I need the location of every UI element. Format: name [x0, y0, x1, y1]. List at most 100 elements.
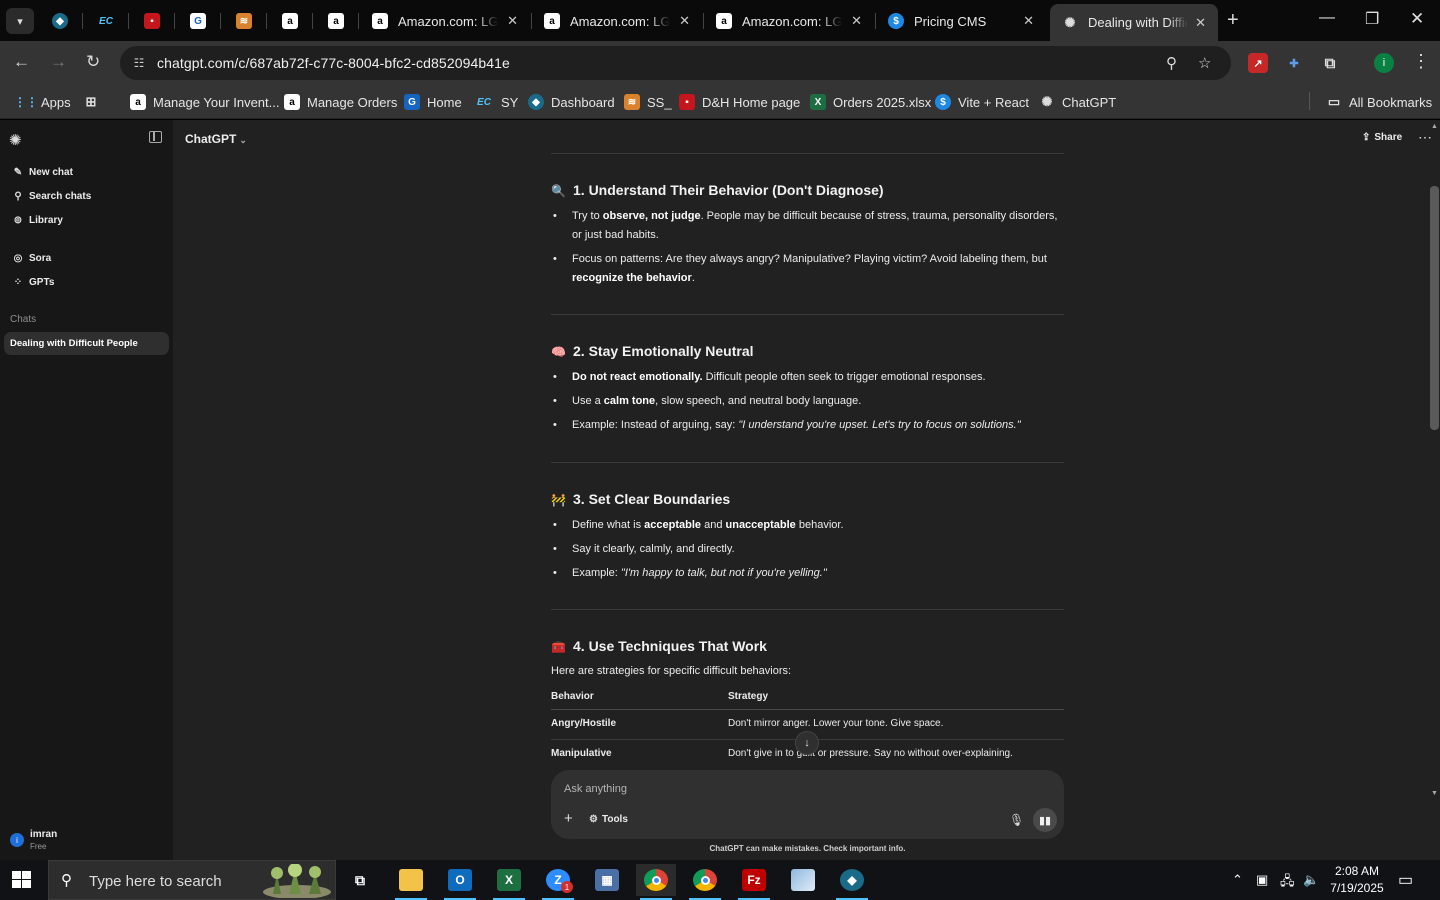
- bookmark-dh-home[interactable]: ▪ D&H Home page: [679, 92, 800, 112]
- openai-logo-icon[interactable]: ✺: [9, 131, 22, 149]
- share-button[interactable]: ⇪ Share: [1362, 132, 1402, 143]
- extensions-icon[interactable]: ⧉: [1320, 53, 1340, 73]
- pinned-tab-amazon-1[interactable]: a: [275, 8, 305, 34]
- section-heading-1: 🔍 1. Understand Their Behavior (Don't Dia…: [551, 182, 884, 198]
- address-bar[interactable]: ☷ chatgpt.com/c/687ab72f-c77c-8004-bfc2-…: [120, 46, 1231, 80]
- bookmark-home[interactable]: G Home: [404, 92, 462, 112]
- zoom-icon[interactable]: ⚲: [1166, 54, 1177, 72]
- bookmark-tab-groups[interactable]: ⊞: [83, 92, 106, 112]
- user-name[interactable]: imran: [30, 829, 57, 840]
- back-icon[interactable]: ←: [13, 52, 30, 72]
- bookmark-apps[interactable]: ⋮⋮ Apps: [14, 92, 71, 112]
- bookmark-manage-orders[interactable]: a Manage Orders: [284, 92, 397, 112]
- close-tab-icon[interactable]: ✕: [679, 13, 690, 29]
- notes-app-icon[interactable]: [783, 864, 823, 896]
- url-text[interactable]: chatgpt.com/c/687ab72f-c77c-8004-bfc2-cd…: [157, 55, 510, 71]
- windows-start-icon[interactable]: [12, 871, 32, 889]
- tab-dealing-with-difficult[interactable]: ✺ Dealing with Diffic ✕: [1050, 4, 1218, 41]
- bookmark-dashboard[interactable]: ◆ Dashboard: [528, 92, 615, 112]
- all-bookmarks[interactable]: ▭ All Bookmarks: [1326, 92, 1432, 112]
- pinned-tab-dashboard[interactable]: ◆: [45, 8, 75, 34]
- taskbar-search[interactable]: ⚲ Type here to search: [48, 860, 336, 900]
- filezilla-icon[interactable]: Fz: [734, 864, 774, 900]
- tray-overflow-icon[interactable]: ⌃: [1232, 872, 1243, 888]
- bookmark-manage-inventory[interactable]: a Manage Your Invent...: [130, 92, 279, 112]
- file-explorer-icon[interactable]: [391, 864, 431, 900]
- extension-puzzle-blue-icon[interactable]: ✚: [1284, 53, 1304, 73]
- restore-icon[interactable]: ❐: [1365, 9, 1379, 29]
- calculator-icon[interactable]: ▦: [587, 864, 627, 896]
- chrome-icon[interactable]: [685, 864, 725, 900]
- scroll-up-arrow-icon[interactable]: ▲: [1431, 123, 1438, 130]
- scroll-to-bottom-button[interactable]: ↓: [795, 731, 819, 755]
- close-tab-icon[interactable]: ✕: [1023, 13, 1034, 29]
- sidebar-chat-dealing-with-difficult-people[interactable]: Dealing with Difficult People: [4, 332, 169, 355]
- brain-emoji-icon: 🧠: [551, 345, 566, 359]
- bookmark-vite-react[interactable]: $ Vite + React: [935, 92, 1029, 112]
- text: and: [701, 519, 726, 531]
- browser-menu-icon[interactable]: ⋮: [1412, 51, 1430, 72]
- library-icon: ⊚: [13, 214, 23, 226]
- pinned-tab-ec[interactable]: EC: [91, 8, 121, 34]
- outlook-icon[interactable]: O: [440, 864, 480, 900]
- tools-button[interactable]: ⚙ Tools: [589, 814, 628, 825]
- page-scrollbar[interactable]: ▲ ▼: [1430, 120, 1440, 860]
- scrollbar-thumb[interactable]: [1430, 186, 1439, 430]
- tab-search-icon[interactable]: ▾: [6, 8, 34, 34]
- chrome-active-icon[interactable]: [636, 864, 676, 900]
- close-tab-icon[interactable]: ✕: [1195, 15, 1206, 31]
- profile-avatar[interactable]: i: [1374, 53, 1394, 73]
- extension-arrow-icon[interactable]: ↗: [1248, 53, 1268, 73]
- sidebar-toggle-icon[interactable]: [149, 131, 162, 143]
- amazon-favicon-icon: a: [328, 13, 344, 29]
- tray-app-icon[interactable]: ▣: [1256, 872, 1268, 888]
- new-tab-icon[interactable]: +: [1227, 9, 1239, 32]
- bookmark-ss[interactable]: ≋ SS_: [624, 92, 672, 112]
- bookmark-sy[interactable]: EC SY: [474, 92, 518, 112]
- voice-mode-button[interactable]: ▮▮: [1033, 808, 1057, 832]
- task-view-icon[interactable]: ⧉: [340, 864, 380, 896]
- system-clock[interactable]: 2:08 AM 7/19/2025: [1324, 863, 1390, 897]
- bookmark-chatgpt[interactable]: ✺ ChatGPT: [1039, 92, 1117, 112]
- user-avatar[interactable]: i: [10, 833, 24, 847]
- tab-amazon-lg-3[interactable]: a Amazon.com: LG 1 ✕: [704, 6, 874, 36]
- forward-icon[interactable]: →: [50, 52, 67, 72]
- dashboard-app-icon[interactable]: ◆: [832, 864, 872, 900]
- close-window-icon[interactable]: ✕: [1410, 9, 1424, 29]
- volume-icon[interactable]: 🔈: [1303, 872, 1319, 888]
- text: Difficult people often seek to trigger e…: [702, 371, 986, 383]
- scroll-down-arrow-icon[interactable]: ▼: [1431, 790, 1438, 797]
- close-tab-icon[interactable]: ✕: [507, 13, 518, 29]
- bullet-item: Focus on patterns: Are they always angry…: [551, 250, 1064, 288]
- tab-amazon-lg-2[interactable]: a Amazon.com: LG 1 ✕: [532, 6, 702, 36]
- minimize-icon[interactable]: —: [1319, 9, 1335, 27]
- sidebar-item-new-chat[interactable]: ✎ New chat: [11, 163, 73, 181]
- bookmark-orders-xlsx[interactable]: X Orders 2025.xlsx: [810, 92, 931, 112]
- sidebar-item-library[interactable]: ⊚ Library: [11, 211, 63, 229]
- notifications-icon[interactable]: ▭: [1398, 870, 1413, 890]
- network-icon[interactable]: 🖧: [1280, 872, 1295, 894]
- search-highlight-art-icon: [263, 864, 331, 898]
- sidebar-item-search-chats[interactable]: ⚲ Search chats: [11, 187, 91, 205]
- site-info-icon[interactable]: ☷: [130, 54, 148, 72]
- tab-pricing-cms[interactable]: $ Pricing CMS ✕: [876, 6, 1046, 36]
- reload-icon[interactable]: ↻: [86, 52, 100, 72]
- microphone-icon[interactable]: 🎙: [1009, 813, 1024, 827]
- browser-toolbar: ← → ↻ ☷ chatgpt.com/c/687ab72f-c77c-8004…: [0, 41, 1440, 85]
- add-attachment-icon[interactable]: +: [564, 810, 573, 827]
- model-picker[interactable]: ChatGPT ⌄: [185, 132, 247, 146]
- pinned-tab-ss[interactable]: ≋: [229, 8, 259, 34]
- tab-amazon-lg-1[interactable]: a Amazon.com: LG 2 ✕: [360, 6, 530, 36]
- tab-strip: ▾ ◆ EC ▪ G ≋ a a a Amazon.com: LG 2 ✕ a …: [0, 0, 1440, 41]
- pinned-tab-amazon-2[interactable]: a: [321, 8, 351, 34]
- zoom-app-icon[interactable]: Z1: [538, 864, 578, 900]
- sidebar-item-sora[interactable]: ◎ Sora: [11, 249, 52, 267]
- pinned-tab-dh[interactable]: ▪: [137, 8, 167, 34]
- table-cell: Manipulative: [551, 748, 612, 759]
- sidebar-item-gpts[interactable]: ⁘ GPTs: [11, 273, 55, 291]
- pinned-tab-home[interactable]: G: [183, 8, 213, 34]
- prompt-input[interactable]: [564, 780, 1044, 798]
- close-tab-icon[interactable]: ✕: [851, 13, 862, 29]
- bookmark-star-icon[interactable]: ☆: [1198, 54, 1211, 72]
- excel-taskbar-icon[interactable]: X: [489, 864, 529, 900]
